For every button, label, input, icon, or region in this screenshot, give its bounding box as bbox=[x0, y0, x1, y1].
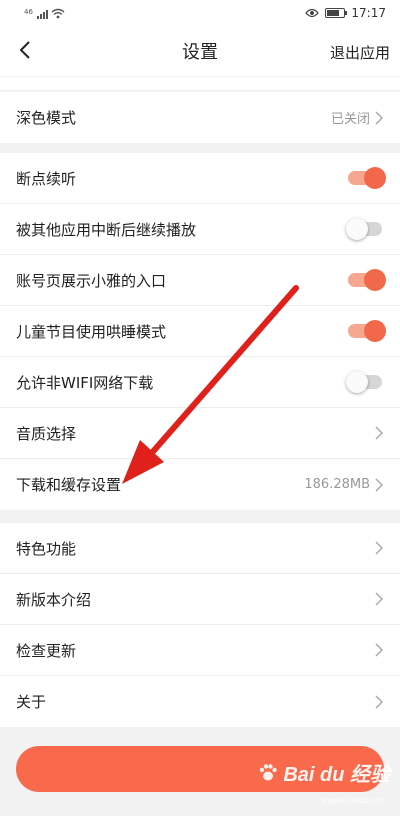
watermark-url: jingyan.baidu.com bbox=[321, 796, 386, 805]
chevron-right-icon bbox=[375, 643, 384, 657]
non-wifi-download-toggle[interactable] bbox=[346, 371, 384, 393]
chevron-right-icon bbox=[375, 694, 384, 709]
list-top-strip bbox=[0, 77, 400, 90]
resume-playback-toggle[interactable] bbox=[348, 167, 386, 189]
audio-quality-label: 音质选择 bbox=[16, 424, 77, 443]
exit-app-button[interactable]: 退出应用 bbox=[330, 42, 390, 63]
chevron-right-icon bbox=[375, 477, 384, 492]
featured-functions-label: 特色功能 bbox=[16, 539, 77, 558]
download-cache-row[interactable]: 下载和缓存设置 186.28MB bbox=[0, 459, 400, 510]
dark-mode-value-wrap: 已关闭 bbox=[331, 108, 384, 127]
about-group: 特色功能 新版本介绍 检查更新 关于 bbox=[0, 523, 400, 727]
about-label: 关于 bbox=[16, 693, 47, 711]
new-version-intro-label: 新版本介绍 bbox=[16, 590, 92, 609]
dark-mode-value: 已关闭 bbox=[330, 112, 370, 127]
paw-icon bbox=[260, 763, 278, 780]
continue-after-interrupt-row[interactable]: 被其他应用中断后继续播放 bbox=[0, 204, 400, 255]
dark-mode-label: 深色模式 bbox=[16, 109, 77, 127]
check-update-label: 检查更新 bbox=[16, 641, 77, 660]
featured-functions-row[interactable]: 特色功能 bbox=[0, 523, 400, 574]
non-wifi-download-label: 允许非WIFI网络下载 bbox=[16, 373, 154, 392]
download-cache-value-wrap: 186.28MB bbox=[304, 477, 384, 493]
header-bar: 设置 退出应用 bbox=[0, 26, 400, 76]
dark-mode-row[interactable]: 深色模式 已关闭 bbox=[0, 92, 400, 143]
cache-size-value: 186.28MB bbox=[304, 477, 370, 492]
page-title: 设置 bbox=[182, 42, 218, 63]
check-update-row[interactable]: 检查更新 bbox=[0, 625, 400, 676]
watermark-text: Bai du 经验 bbox=[283, 764, 390, 786]
status-left: 46 bbox=[24, 8, 65, 19]
clock-time: 17:17 bbox=[351, 6, 386, 20]
continue-after-interrupt-toggle[interactable] bbox=[346, 218, 384, 240]
non-wifi-download-row[interactable]: 允许非WIFI网络下载 bbox=[0, 357, 400, 408]
network-type-label: 46 bbox=[24, 7, 33, 16]
kids-sleep-mode-row[interactable]: 儿童节目使用哄睡模式 bbox=[0, 306, 400, 357]
playback-settings-group: 断点续听 被其他应用中断后继续播放 账号页展示小雅的入口 儿童节目使用哄睡模式 … bbox=[0, 153, 400, 510]
battery-icon bbox=[325, 8, 348, 18]
resume-playback-row[interactable]: 断点续听 bbox=[0, 153, 400, 204]
display-settings-group: 深色模式 已关闭 bbox=[0, 92, 400, 143]
kids-sleep-mode-label: 儿童节目使用哄睡模式 bbox=[16, 322, 167, 341]
signal-icon bbox=[36, 9, 48, 19]
status-right: 17:17 bbox=[305, 6, 386, 20]
wifi-icon bbox=[51, 8, 65, 18]
about-row[interactable]: 关于 bbox=[0, 676, 400, 727]
status-bar: 46 17:17 bbox=[0, 0, 400, 26]
chevron-right-icon bbox=[375, 426, 384, 440]
continue-after-interrupt-label: 被其他应用中断后继续播放 bbox=[16, 220, 197, 239]
resume-playback-label: 断点续听 bbox=[16, 169, 77, 188]
audio-quality-row[interactable]: 音质选择 bbox=[0, 408, 400, 459]
chevron-left-icon[interactable] bbox=[14, 38, 38, 62]
kids-sleep-mode-toggle[interactable] bbox=[348, 320, 386, 342]
baidu-watermark: Bai du 经验 bbox=[257, 758, 390, 787]
new-version-intro-row[interactable]: 新版本介绍 bbox=[0, 574, 400, 625]
chevron-right-icon bbox=[375, 110, 384, 125]
eye-icon bbox=[305, 8, 320, 18]
download-cache-label: 下载和缓存设置 bbox=[16, 476, 122, 494]
show-xiaoya-entry-row[interactable]: 账号页展示小雅的入口 bbox=[0, 255, 400, 306]
chevron-right-icon bbox=[375, 592, 384, 606]
show-xiaoya-entry-toggle[interactable] bbox=[348, 269, 386, 291]
show-xiaoya-entry-label: 账号页展示小雅的入口 bbox=[16, 271, 167, 290]
chevron-right-icon bbox=[375, 541, 384, 555]
